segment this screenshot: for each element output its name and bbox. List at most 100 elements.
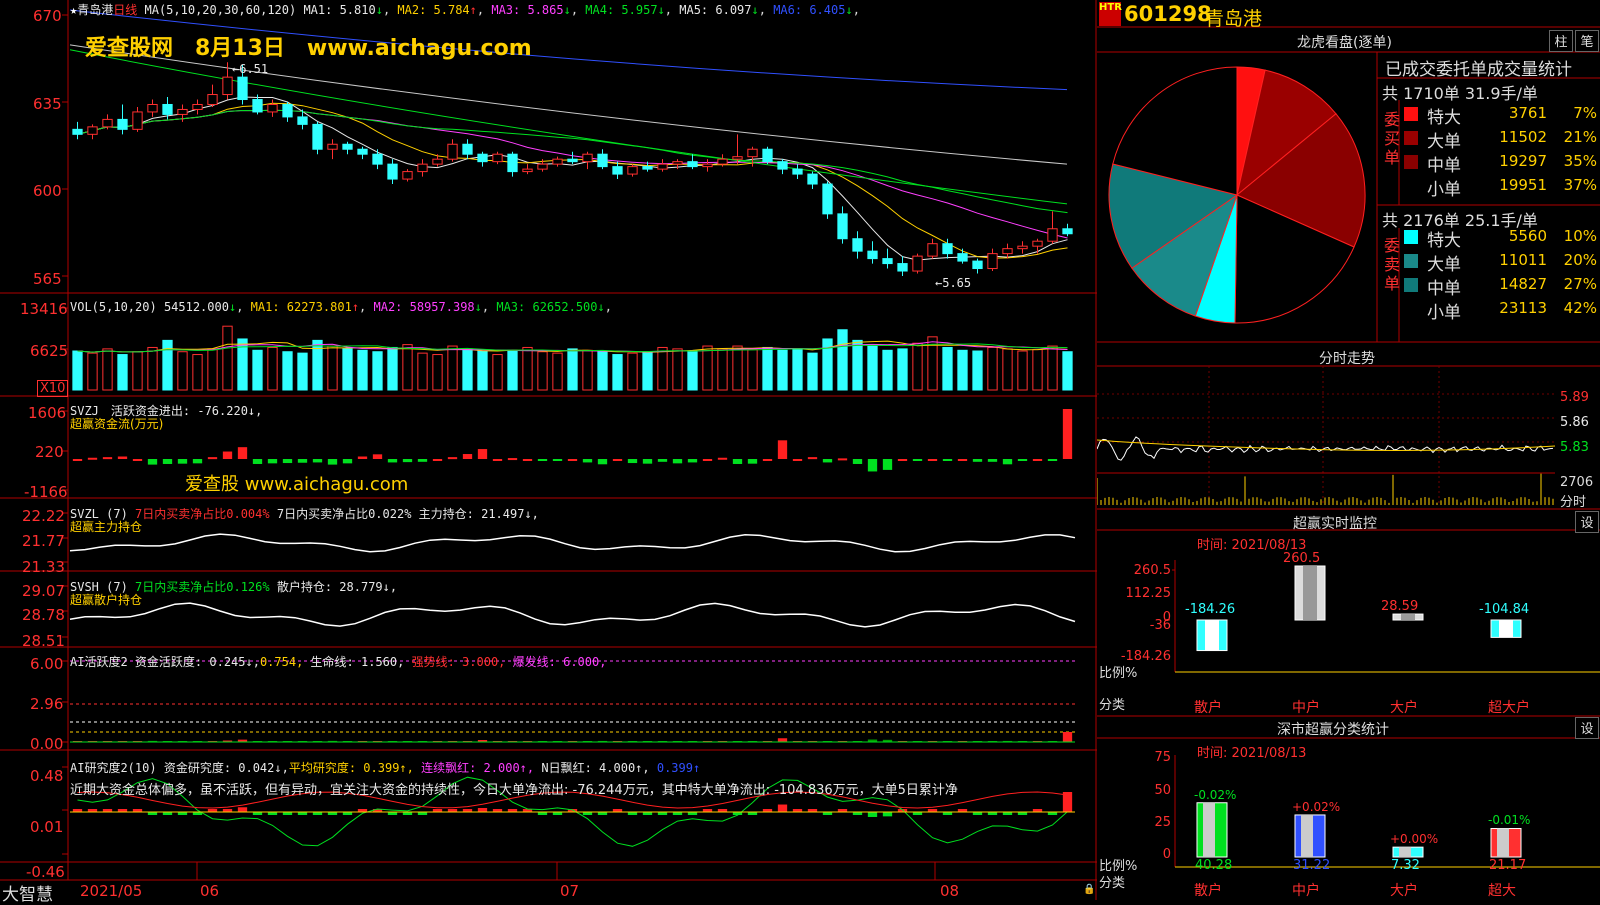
svsh-axis-label: 28.51 (22, 632, 65, 650)
sz-settings-button[interactable]: 设 (1575, 717, 1599, 739)
svzj-bar (658, 459, 667, 462)
volume-bar (838, 330, 847, 390)
svzj-bar (493, 459, 502, 461)
sz-category: 中户 (1292, 880, 1320, 900)
sep: , (665, 3, 672, 17)
watermark-top: 爱查股网 8月13日 www.aichagu.com (85, 30, 532, 62)
svzl-line (70, 534, 1075, 552)
tick-view-button[interactable]: 笔 (1575, 30, 1599, 52)
monitor-cat-label: 分类 (1099, 694, 1125, 713)
svzj-bar (823, 459, 832, 462)
volume-bar (268, 347, 277, 390)
candle-body (778, 162, 787, 169)
monitor-settings-button[interactable]: 设 (1575, 511, 1599, 533)
candle-body (928, 244, 937, 256)
monitor-bar-highlight (1303, 566, 1317, 620)
ma-value: MA6: 6.405 (766, 3, 845, 17)
period-label[interactable]: 日线 (113, 3, 137, 17)
candle-body (313, 124, 322, 149)
sz-bar-label: -0.02% (1194, 788, 1236, 802)
volume-bar (523, 347, 532, 390)
sz-bar-highlight (1301, 815, 1313, 857)
svzj-bar (73, 459, 82, 461)
sep: , (853, 3, 860, 17)
candle-body (793, 169, 802, 174)
candle-body (388, 164, 397, 179)
svzj-bar (193, 459, 202, 463)
x-axis-label: 08 (940, 882, 959, 900)
svzl-axis-label: 21.77 (22, 532, 65, 550)
svsh-axis-label: 29.07 (22, 582, 65, 600)
ma-arrow: ↓ (376, 3, 383, 17)
column-view-button[interactable]: 柱 (1549, 30, 1573, 52)
ma-value: MA2: 5.784 (390, 3, 469, 17)
candle-body (628, 167, 637, 174)
sz-bar-highlight (1203, 803, 1215, 857)
svzj-bar (553, 459, 562, 461)
svzj-axis-label: 1606 (28, 404, 66, 422)
volume-bar (643, 352, 652, 390)
vol-unit-badge[interactable]: X10 (37, 380, 68, 397)
app-name[interactable]: 大智慧 (2, 880, 53, 905)
ai2-axis-label: 0.48 (30, 767, 63, 785)
candle-body (208, 95, 217, 105)
row-value: 11502 (1495, 128, 1547, 146)
svzj-bar (628, 459, 637, 463)
svzj-bar (598, 459, 607, 464)
svzj-bar (883, 459, 892, 470)
candle-body (613, 167, 622, 174)
sep: , (571, 3, 578, 17)
ai-commentary: 近期大资金总体偏多，虽不活跃，但有异动，宜关注大资金的持续性，今日大单净流出: … (70, 779, 1095, 798)
candle-body (328, 144, 337, 149)
ma-value-list: MA1: 5.810↓, MA2: 5.784↑, MA3: 5.865↓, M… (303, 3, 859, 17)
candle-body (808, 174, 817, 184)
legend-swatch (1404, 131, 1418, 145)
buy-side-label: 委买单 (1384, 110, 1402, 167)
volume-bar (988, 347, 997, 390)
volume-bar (118, 355, 127, 390)
svzl-axis-label: 21.33 (22, 558, 65, 576)
svzj-bar (1033, 459, 1042, 461)
intraday-axis-label: 5.86 (1560, 415, 1589, 430)
volume-header: VOL(5,10,20) 54512.000 ↓, MA1: 62273.801↑… (70, 300, 612, 314)
svsh-line (70, 603, 1075, 627)
svsh-subtitle: 超赢散户持仓 (70, 591, 142, 608)
kline-workspace[interactable]: ★青岛港日线 MA(5,10,20,30,60,120) MA1: 5.810↓… (0, 0, 1097, 900)
lock-icon[interactable]: 🔒 (1083, 884, 1095, 895)
volume-bar (793, 349, 802, 390)
svzj-bar (523, 459, 532, 461)
vol-ma-value: MA1: 62273.801 (251, 300, 352, 314)
monitor-axis-label: 260.5 (1097, 563, 1171, 578)
svzj-bar (853, 459, 862, 464)
volume-bar (598, 352, 607, 390)
ai-research-bar (868, 812, 877, 817)
candle-body (448, 144, 457, 159)
svzj-bar (373, 454, 382, 459)
legend-swatch (1404, 278, 1418, 292)
ai-activity-bar (778, 738, 787, 742)
svzj-bar (238, 447, 247, 459)
svzj-bar (388, 459, 397, 462)
sell-side-label: 委卖单 (1384, 236, 1402, 293)
volume-bar (373, 352, 382, 390)
svzj-bar (358, 457, 367, 459)
svzj-bar (838, 458, 847, 460)
candle-body (133, 112, 142, 129)
candle-body (838, 214, 847, 239)
row-label: 小单 (1427, 175, 1461, 200)
svzj-bar (763, 459, 772, 461)
volume-bar (853, 340, 862, 390)
candle-body (748, 149, 757, 156)
row-value: 14827 (1495, 275, 1547, 293)
svzj-bar (463, 454, 472, 459)
row-value: 3761 (1495, 104, 1547, 122)
svzj-bar (778, 440, 787, 459)
row-label: 中单 (1427, 274, 1461, 299)
volume-bar (673, 349, 682, 390)
monitor-bar-label: -104.84 (1479, 602, 1529, 617)
monitor-bar-label: -184.26 (1185, 602, 1235, 617)
ma-line (78, 97, 1068, 260)
volume-bar (223, 326, 232, 390)
sz-axis-label: 50 (1097, 783, 1171, 798)
row-percent: 21% (1559, 128, 1597, 146)
